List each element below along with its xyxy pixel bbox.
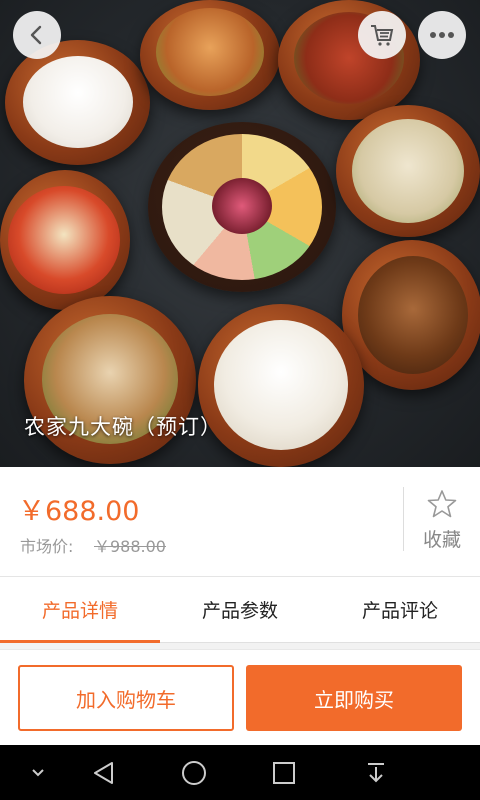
product-hero-image[interactable]: 农家九大碗（预订）	[0, 0, 480, 467]
add-to-cart-button[interactable]: 加入购物车	[18, 665, 234, 731]
back-triangle-icon	[94, 761, 113, 784]
market-price-label: 市场价:	[20, 537, 74, 556]
current-price: ￥688.00	[18, 496, 140, 527]
system-back-button[interactable]	[82, 745, 126, 800]
recents-square-icon	[273, 761, 295, 784]
cart-button[interactable]	[358, 11, 406, 59]
price-section: ￥688.00 市场价: ￥988.00 收藏	[0, 467, 480, 577]
market-price-value: ￥988.00	[94, 537, 166, 556]
dish-bowl	[140, 0, 280, 110]
tab-product-details[interactable]: 产品详情	[0, 577, 160, 643]
star-outline-icon	[427, 490, 457, 518]
dish-platter	[148, 122, 336, 292]
back-button[interactable]	[13, 11, 61, 59]
tab-product-params[interactable]: 产品参数	[160, 577, 320, 642]
action-bar: 加入购物车 立即购买	[0, 649, 480, 745]
dish-bowl	[5, 40, 150, 165]
system-recents-button[interactable]	[262, 745, 306, 800]
dish-bowl	[0, 170, 130, 310]
hide-nav-button[interactable]	[22, 745, 54, 800]
dish-bowl	[198, 304, 364, 467]
notification-pull-icon	[368, 762, 384, 782]
product-title: 农家九大碗（预订）	[24, 415, 222, 439]
detail-tabs: 产品详情 产品参数 产品评论	[0, 577, 480, 643]
dish-bowl	[336, 105, 480, 237]
chevron-left-icon	[30, 25, 42, 45]
buy-now-button[interactable]: 立即购买	[246, 665, 462, 731]
cart-list-icon	[371, 25, 394, 46]
product-detail-page: 农家九大碗（预订） ￥688.00 市场价: ￥988.00 收藏 产品详情 产…	[0, 0, 480, 800]
more-dots-icon	[430, 32, 454, 38]
chevron-down-icon	[32, 768, 44, 776]
system-navigation-bar	[0, 745, 480, 800]
favorite-button[interactable]: 收藏	[404, 489, 480, 559]
home-circle-icon	[182, 760, 206, 785]
dish-bowl	[342, 240, 480, 390]
favorite-label: 收藏	[422, 529, 461, 551]
more-button[interactable]	[418, 11, 466, 59]
tab-product-reviews[interactable]: 产品评论	[320, 577, 480, 642]
notification-pull-button[interactable]	[354, 745, 398, 800]
system-home-button[interactable]	[172, 745, 216, 800]
